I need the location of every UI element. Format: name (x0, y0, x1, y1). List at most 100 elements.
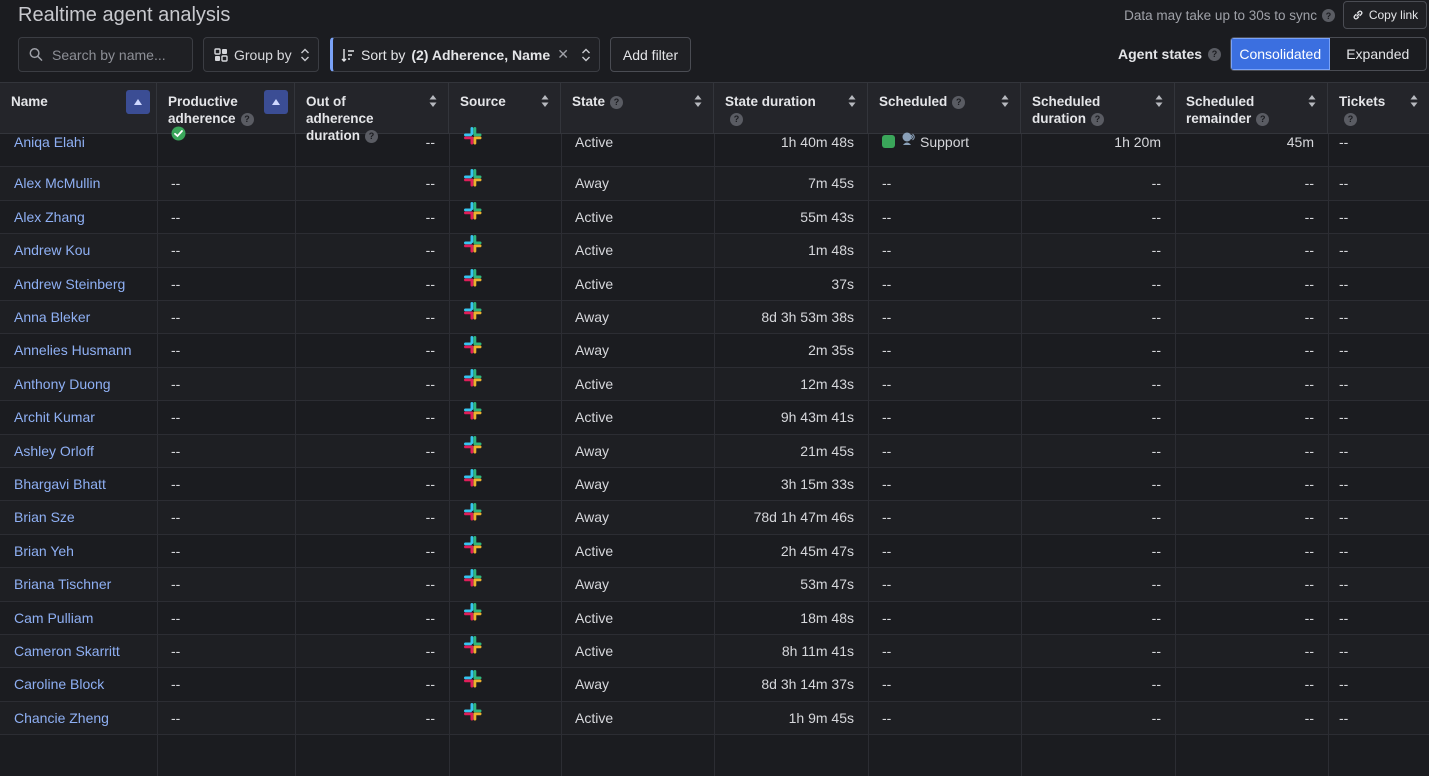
sort-toggle-icon[interactable] (428, 93, 438, 109)
slack-icon (463, 367, 483, 400)
state-duration-cell: 18m 48s (800, 609, 854, 626)
help-icon[interactable]: ? (1208, 47, 1222, 61)
state-cell: Away (575, 309, 609, 325)
slack-icon (463, 467, 483, 500)
scheduled-cell: -- (882, 309, 892, 325)
sort-toggle-icon[interactable] (540, 93, 550, 109)
sort-toggle-icon[interactable] (847, 93, 857, 109)
tickets-cell: -- (1339, 175, 1349, 192)
adherence-cell: -- (171, 175, 181, 192)
state-duration-cell: 2m 35s (808, 342, 854, 359)
slack-icon (463, 701, 483, 734)
view-expanded-option[interactable]: Expanded (1330, 38, 1427, 70)
column-header-label: Scheduled duration (1032, 94, 1101, 126)
agent-name-link[interactable]: Annelies Husmann (14, 334, 143, 367)
scheduled-cell: -- (882, 609, 892, 626)
agent-name-link[interactable]: Archit Kumar (14, 401, 143, 434)
scheduled-remainder-cell: -- (1304, 676, 1314, 693)
agent-name-link[interactable]: Alex Zhang (14, 201, 143, 234)
scheduled-remainder-cell: -- (1304, 476, 1314, 492)
state-cell: Active (575, 208, 614, 225)
source-cell (463, 234, 547, 267)
scheduled-duration-cell: 1h 20m (1114, 134, 1161, 150)
state-cell: Away (575, 509, 609, 526)
agent-name-link[interactable]: Aniqa Elahi (14, 126, 143, 159)
state-duration-cell: 8h 11m 41s (781, 643, 854, 659)
sort-toggle-icon[interactable] (693, 93, 703, 109)
state-cell: Away (575, 175, 609, 192)
scheduled-remainder-cell: 45m (1286, 134, 1314, 150)
slack-icon (463, 400, 483, 433)
agent-name-link[interactable]: Andrew Steinberg (14, 268, 143, 301)
sort-ascending-icon[interactable] (126, 90, 150, 114)
agent-name-link[interactable]: Brian Sze (14, 501, 143, 534)
agent-name-link[interactable]: Brian Yeh (14, 535, 143, 568)
state-duration-cell: 1h 40m 48s (780, 134, 854, 150)
state-cell: Away (575, 576, 609, 593)
view-consolidated-option[interactable]: Consolidated (1231, 38, 1330, 70)
sort-ascending-icon[interactable] (264, 90, 288, 114)
source-cell (463, 635, 547, 668)
help-icon[interactable]: ? (610, 95, 624, 109)
sort-toggle-icon[interactable] (1000, 93, 1010, 109)
copy-link-label: Copy link (1368, 8, 1419, 22)
scheduled-remainder-cell: -- (1304, 709, 1314, 726)
search-input[interactable] (52, 46, 192, 63)
column-divider (868, 134, 869, 776)
agent-name-link[interactable]: Anthony Duong (14, 368, 143, 401)
sort-by-button[interactable]: Sort by (2) Adherence, Name ✕ (330, 37, 600, 72)
scheduled-remainder-cell: -- (1304, 576, 1314, 593)
scheduled-cell: -- (882, 409, 892, 426)
sort-toggle-icon[interactable] (1307, 93, 1317, 109)
scheduled-duration-cell: -- (1151, 709, 1161, 726)
state-cell: Active (575, 375, 614, 392)
scheduled-remainder-cell: -- (1304, 208, 1314, 225)
scheduled-remainder-cell: -- (1304, 442, 1314, 459)
slack-icon (463, 300, 483, 333)
add-filter-button[interactable]: Add filter (610, 37, 691, 72)
agent-name-link[interactable]: Alex McMullin (14, 167, 143, 200)
out-of-adherence-cell: -- (425, 609, 435, 626)
agent-name-link[interactable]: Ashley Orloff (14, 435, 143, 468)
group-by-button[interactable]: Group by (203, 37, 319, 72)
state-cell: Away (575, 476, 609, 492)
scheduled-remainder-cell: -- (1304, 643, 1314, 659)
scheduled-duration-cell: -- (1151, 242, 1161, 259)
agent-name-link[interactable]: Bhargavi Bhatt (14, 468, 143, 501)
column-divider (449, 134, 450, 776)
agent-name-link[interactable]: Briana Tischner (14, 568, 143, 601)
adherence-cell: -- (171, 242, 181, 259)
scheduled-cell: -- (882, 509, 892, 526)
copy-link-button[interactable]: Copy link (1343, 1, 1427, 29)
slack-icon (463, 601, 483, 634)
sort-toggle-icon[interactable] (1154, 93, 1164, 109)
tickets-cell: -- (1339, 409, 1349, 426)
scheduled-cell: -- (882, 342, 892, 359)
source-cell (463, 301, 547, 334)
schedule-color-swatch (882, 135, 895, 149)
agent-name-link[interactable]: Caroline Block (14, 668, 143, 701)
sort-toggle-icon[interactable] (1409, 93, 1419, 109)
search-icon (29, 48, 43, 61)
state-duration-cell: 55m 43s (800, 208, 854, 225)
source-cell (463, 334, 547, 367)
adherence-cell (171, 126, 281, 159)
clear-sort-icon[interactable]: ✕ (557, 46, 569, 63)
help-icon[interactable]: ? (1322, 9, 1335, 22)
agent-name-link[interactable]: Chancie Zheng (14, 702, 143, 735)
agent-name-link[interactable]: Cameron Skarritt (14, 635, 143, 668)
adherence-cell: -- (171, 709, 181, 726)
state-duration-cell: 1h 9m 45s (788, 709, 854, 726)
agent-name-link[interactable]: Andrew Kou (14, 234, 143, 267)
state-cell: Active (575, 275, 614, 292)
scheduled-cell: -- (882, 375, 892, 392)
agent-name-link[interactable]: Anna Bleker (14, 301, 143, 334)
page-title: Realtime agent analysis (18, 4, 231, 26)
help-icon[interactable]: ? (952, 95, 966, 109)
scheduled-remainder-cell: -- (1304, 609, 1314, 626)
agent-name-link[interactable]: Cam Pulliam (14, 602, 143, 635)
group-icon (214, 47, 228, 62)
slack-icon (463, 167, 483, 200)
search-box[interactable] (18, 37, 193, 72)
slack-icon (463, 434, 483, 467)
